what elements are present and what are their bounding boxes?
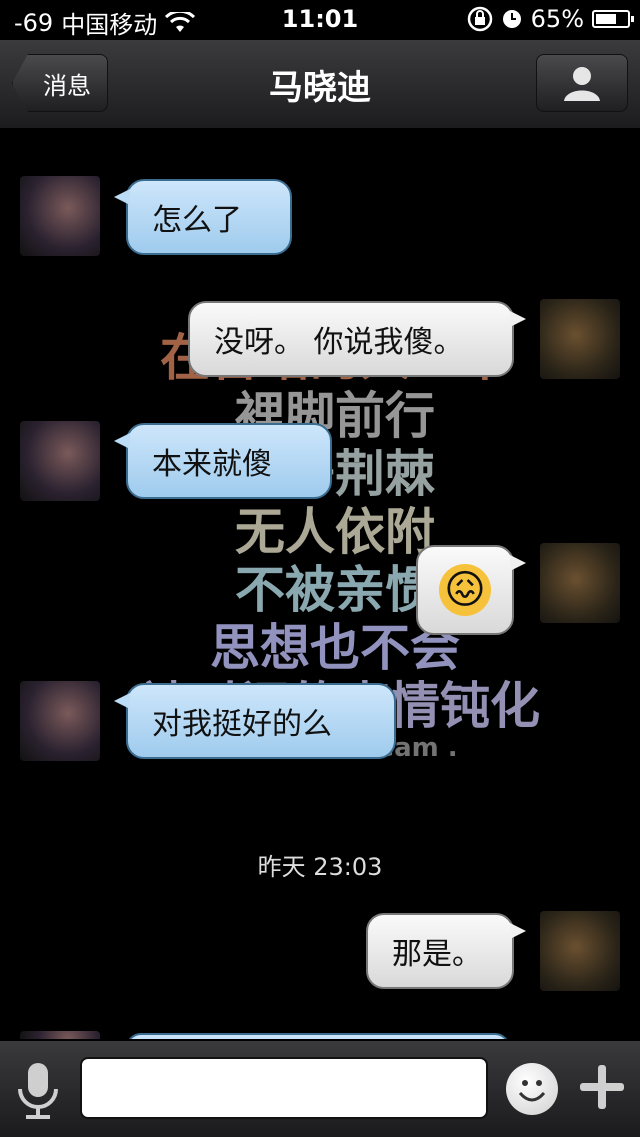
my-avatar[interactable] [540, 911, 620, 991]
person-icon [564, 67, 600, 101]
message-text: 本来就傻 [152, 447, 272, 482]
sad-face-emoji-icon: 😖 [439, 564, 491, 616]
friend-avatar[interactable] [20, 681, 100, 761]
battery-percent: 65% [530, 5, 584, 33]
orientation-lock-icon [467, 6, 492, 32]
emoji-face-icon [518, 1080, 546, 1102]
navigation-bar: 消息 马晓迪 [0, 40, 640, 129]
message-bubble-me[interactable]: 😖 [416, 545, 526, 635]
input-bar [0, 1040, 640, 1137]
status-right: 65% [467, 5, 634, 33]
battery-fill [596, 14, 616, 24]
message-text: 对我挺好的么 [152, 707, 332, 742]
message-bubble-friend[interactable]: 对我挺好的么 [114, 683, 396, 759]
message-bubble-friend[interactable] [126, 1033, 510, 1039]
emoji-icon[interactable] [506, 1063, 558, 1115]
plus-icon[interactable] [578, 1063, 626, 1111]
message-bubble-friend[interactable]: 本来就傻 [114, 423, 332, 499]
battery-icon [592, 10, 634, 28]
message-bubble-friend[interactable]: 怎么了 [114, 179, 292, 255]
message-text: 没呀。 你说我傻。 [214, 325, 464, 360]
message-timestamp: 昨天 23:03 [257, 853, 383, 881]
friend-avatar[interactable] [20, 421, 100, 501]
profile-button[interactable] [536, 54, 628, 112]
message-bubble-me[interactable]: 没呀。 你说我傻。 [188, 301, 526, 377]
alarm-icon [502, 10, 521, 28]
chat-area[interactable]: 在昏暗的人世中 裡脚前行 拨开荆棘 无人依附 不被亲惯 思想也不会 被时间的事情… [0, 129, 640, 1039]
status-bar: -69 中国移动 11:01 65% [0, 0, 640, 40]
my-avatar[interactable] [540, 543, 620, 623]
my-avatar[interactable] [540, 299, 620, 379]
message-text: 那是。 [392, 937, 482, 972]
message-input[interactable] [80, 1057, 488, 1119]
friend-avatar[interactable] [20, 176, 100, 256]
message-bubble-me[interactable]: 那是。 [366, 913, 526, 989]
friend-avatar[interactable] [20, 1031, 100, 1039]
message-text: 怎么了 [152, 203, 242, 238]
microphone-icon[interactable] [16, 1061, 60, 1121]
